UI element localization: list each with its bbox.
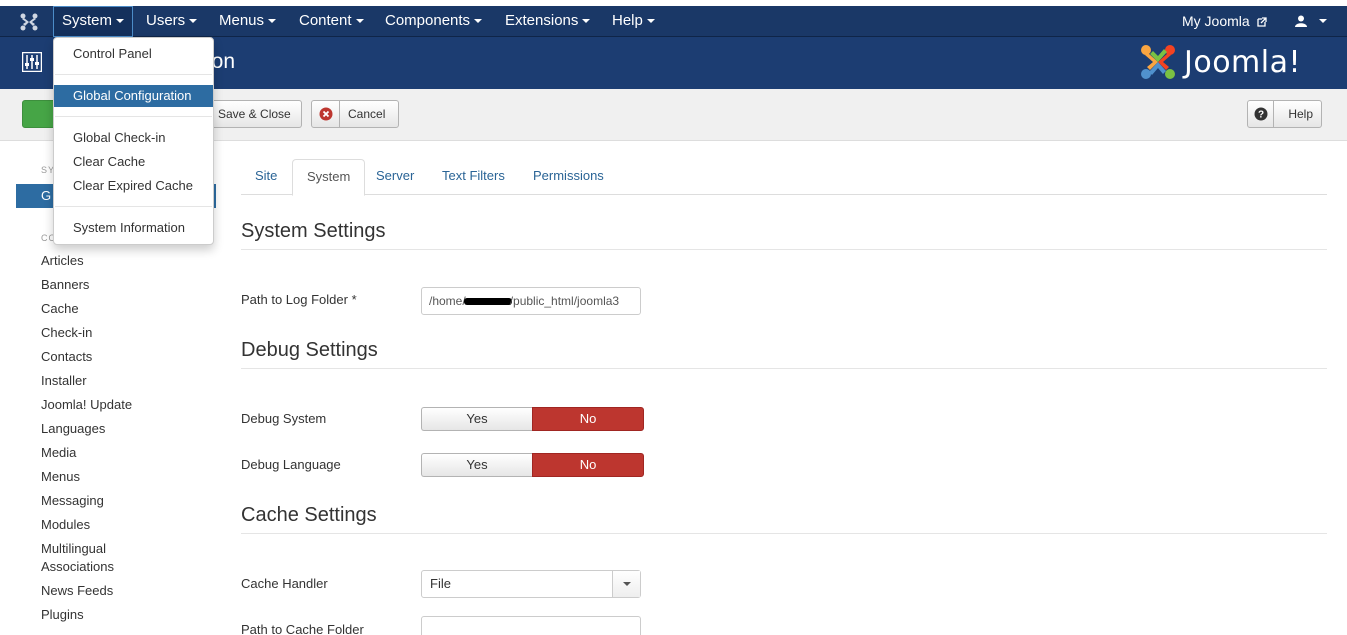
nav-menus-label: Menus [219,12,265,29]
caret-down-icon [189,19,198,24]
debug-language-no[interactable]: No [532,453,644,477]
cache-folder-input[interactable] [421,616,641,635]
sidebar-link-installer[interactable]: Installer [41,372,191,390]
cancel-icon [312,101,340,127]
debug-system-label: Debug System [241,411,327,426]
cache-handler-select[interactable]: File [421,570,641,598]
caret-down-icon [474,19,483,24]
sidebar-link-articles[interactable]: Articles [41,252,191,270]
menu-clear-expired-cache[interactable]: Clear Expired Cache [54,175,213,197]
cache-settings-heading: Cache Settings [241,504,377,526]
caret-down-icon [582,19,591,24]
sidebar-link-messaging[interactable]: Messaging [41,492,191,510]
menu-divider [55,116,212,117]
debug-settings-heading: Debug Settings [241,339,378,361]
nav-help[interactable]: Help [604,6,663,37]
cancel-label: Cancel [348,107,386,121]
debug-system-yes[interactable]: Yes [421,407,532,431]
equalizer-icon [21,51,43,75]
caret-down-icon [612,571,640,597]
log-folder-suffix: /public_html/joomla3 [509,294,620,308]
debug-system-no[interactable]: No [532,407,644,431]
redacted-mark [463,298,512,306]
log-folder-label: Path to Log Folder * [241,292,357,307]
nav-extensions[interactable]: Extensions [497,6,598,37]
nav-help-label: Help [612,12,643,29]
joomla-icon[interactable] [14,9,44,35]
joomla-logo: Joomla! [1140,44,1301,80]
joomla-logo-icon [1141,45,1175,79]
system-settings-heading: System Settings [241,220,386,242]
cache-handler-label: Cache Handler [241,576,328,591]
nav-content-label: Content [299,12,352,29]
divider [241,249,1327,250]
nav-content[interactable]: Content [291,6,372,37]
tab-site[interactable]: Site [241,159,291,195]
tab-system[interactable]: System [292,159,366,196]
config-tabs: Site System Server Text Filters Permissi… [241,159,1327,196]
sidebar-link-cache[interactable]: Cache [41,300,191,318]
divider [241,368,1327,369]
my-joomla-label: My Joomla [1182,13,1250,29]
svg-text:?: ? [1258,110,1264,121]
nav-extensions-label: Extensions [505,12,579,29]
caret-down-icon [268,19,277,24]
sidebar-link-media[interactable]: Media [41,444,191,462]
debug-language-label: Debug Language [241,457,341,472]
user-menu[interactable] [1287,6,1335,37]
nav-menus[interactable]: Menus [211,6,284,37]
menu-divider [55,74,212,75]
my-joomla-link[interactable]: My Joomla [1174,6,1275,37]
nav-system[interactable]: System [53,6,134,37]
user-icon [1295,15,1307,28]
external-link-icon [1256,17,1267,27]
sidebar-link-modules[interactable]: Modules [41,516,191,534]
caret-down-icon [646,19,655,24]
caret-down-icon [1319,19,1328,24]
cancel-button[interactable]: Cancel [311,100,399,128]
log-folder-prefix: /home/ [429,294,466,308]
system-dropdown-menu: Control Panel Global Configuration Globa… [53,37,214,245]
cache-handler-value: File [430,576,451,591]
menu-divider [55,206,212,207]
menu-system-information[interactable]: System Information [54,217,213,239]
help-label: Help [1288,107,1313,121]
tab-permissions[interactable]: Permissions [519,159,618,195]
sidebar-link-languages[interactable]: Languages [41,420,191,438]
help-button[interactable]: ? Help [1247,100,1322,128]
joomla-logo-text: Joomla! [1184,44,1302,80]
debug-language-yes[interactable]: Yes [421,453,532,477]
tab-text-filters[interactable]: Text Filters [428,159,519,195]
divider [241,533,1327,534]
question-icon: ? [1248,101,1275,127]
caret-down-icon [116,19,125,24]
tab-server[interactable]: Server [362,159,428,195]
sidebar-link-multilingual-associations[interactable]: Multilingual Associations [41,540,131,576]
nav-components[interactable]: Components [377,6,490,37]
sidebar-link-news-feeds[interactable]: News Feeds [41,582,191,600]
sidebar-link-contacts[interactable]: Contacts [41,348,191,366]
caret-down-icon [355,19,364,24]
nav-users-label: Users [146,12,186,29]
sidebar-link-banners[interactable]: Banners [41,276,191,294]
sidebar-link-joomla-update[interactable]: Joomla! Update [41,396,191,414]
sidebar-active-label: G [41,188,52,203]
nav-users[interactable]: Users [138,6,205,37]
cache-folder-label: Path to Cache Folder [241,622,364,635]
menu-global-configuration[interactable]: Global Configuration [54,85,213,107]
nav-components-label: Components [385,12,471,29]
top-navbar: System Users Menus Content Components Ex… [0,6,1347,37]
sidebar-link-check-in[interactable]: Check-in [41,324,191,342]
debug-language-toggle: Yes No [421,453,644,477]
menu-clear-cache[interactable]: Clear Cache [54,151,213,173]
sidebar-link-plugins[interactable]: Plugins [41,606,191,624]
menu-global-check-in[interactable]: Global Check-in [54,127,213,149]
debug-system-toggle: Yes No [421,407,644,431]
nav-system-label: System [62,12,113,29]
menu-control-panel[interactable]: Control Panel [54,43,213,65]
sidebar-link-menus[interactable]: Menus [41,468,191,486]
log-folder-input[interactable]: /home/ /public_html/joomla3 [421,287,641,315]
